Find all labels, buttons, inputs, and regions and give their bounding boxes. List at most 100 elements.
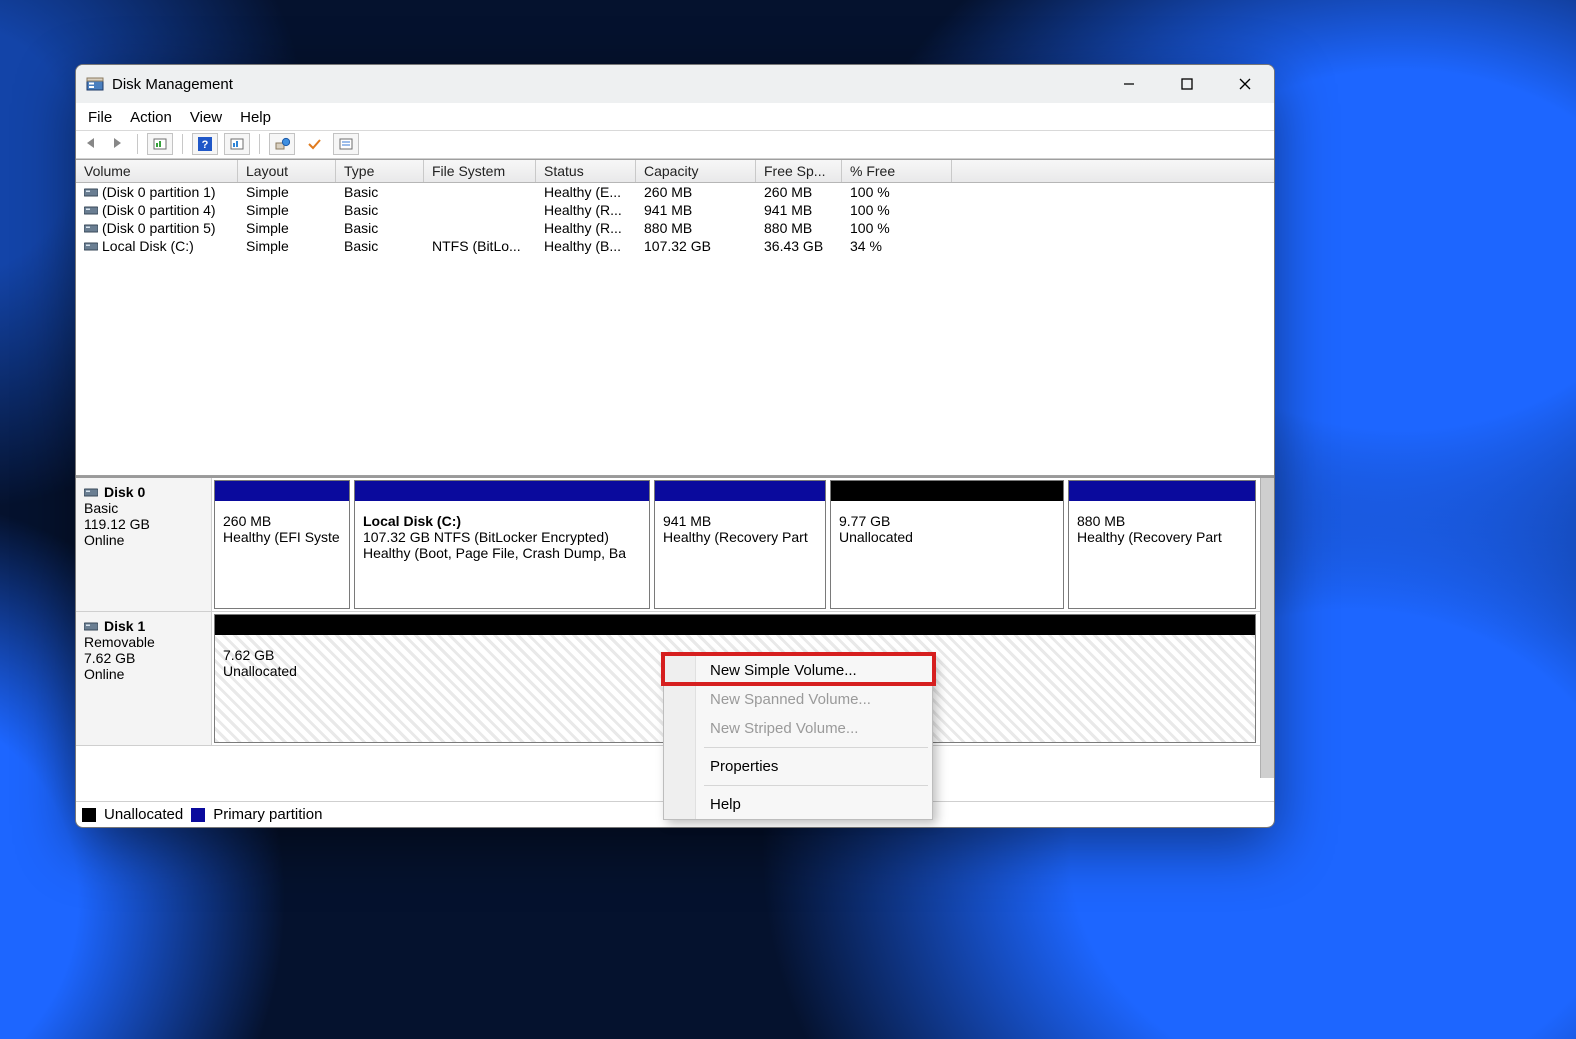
- disk-label[interactable]: Disk 1Removable7.62 GBOnline: [76, 612, 212, 745]
- partition[interactable]: 260 MBHealthy (EFI Syste: [214, 480, 350, 609]
- cell-type: Basic: [336, 201, 424, 219]
- cell-layout: Simple: [238, 219, 336, 237]
- partition-stripe: [215, 481, 349, 501]
- cell-volume: (Disk 0 partition 1): [102, 184, 216, 200]
- legend-primary-label: Primary partition: [213, 806, 322, 823]
- col-free[interactable]: Free Sp...: [756, 160, 842, 182]
- table-body: (Disk 0 partition 1)SimpleBasicHealthy (…: [76, 183, 1274, 475]
- tool-settings-icon[interactable]: [224, 133, 250, 155]
- partition-stripe: [355, 481, 649, 501]
- context-menu-separator: [704, 747, 928, 748]
- disk-label[interactable]: Disk 0Basic119.12 GBOnline: [76, 478, 212, 611]
- disk-kind: Basic: [84, 500, 203, 516]
- table-row[interactable]: (Disk 0 partition 4) SimpleBasic Healthy (…: [76, 201, 1274, 219]
- partition-status: Healthy (EFI Syste: [223, 529, 341, 545]
- col-filesystem[interactable]: File System: [424, 160, 536, 182]
- disk-icon: [84, 484, 98, 500]
- cell-pct: 100 %: [842, 201, 952, 219]
- cell-type: Basic: [336, 237, 424, 255]
- volume-icon: [84, 220, 98, 230]
- table-header-row: Volume Layout Type File System Status Ca…: [76, 160, 1274, 183]
- disk-partitions: 260 MBHealthy (EFI SysteLocal Disk (C:)1…: [212, 478, 1274, 611]
- tool-help-icon[interactable]: ?: [192, 133, 218, 155]
- partition-stripe: [831, 481, 1063, 501]
- toolbar-separator: [182, 134, 183, 154]
- cell-pct: 100 %: [842, 219, 952, 237]
- partition[interactable]: 941 MBHealthy (Recovery Part: [654, 480, 826, 609]
- cell-volume: (Disk 0 partition 4): [102, 202, 216, 218]
- partition-status: Healthy (Recovery Part: [1077, 529, 1247, 545]
- cell-fs: [424, 183, 536, 201]
- partition[interactable]: 880 MBHealthy (Recovery Part: [1068, 480, 1256, 609]
- partition-title: Local Disk (C:): [363, 513, 641, 529]
- legend-primary-swatch: [191, 808, 205, 822]
- menu-help[interactable]: Help: [240, 109, 271, 126]
- minimize-button[interactable]: [1100, 65, 1158, 103]
- disk-kind: Removable: [84, 634, 203, 650]
- tool-action-icon[interactable]: [269, 133, 295, 155]
- cell-free: 880 MB: [756, 219, 842, 237]
- partition[interactable]: 9.77 GBUnallocated: [830, 480, 1064, 609]
- partition-status: Healthy (Boot, Page File, Crash Dump, Ba: [363, 545, 641, 561]
- context-menu: New Simple Volume... New Spanned Volume.…: [663, 655, 933, 820]
- volume-icon: [84, 202, 98, 212]
- maximize-button[interactable]: [1158, 65, 1216, 103]
- nav-back-icon[interactable]: [82, 135, 102, 154]
- cell-type: Basic: [336, 183, 424, 201]
- col-type[interactable]: Type: [336, 160, 424, 182]
- col-capacity[interactable]: Capacity: [636, 160, 756, 182]
- nav-forward-icon[interactable]: [108, 135, 128, 154]
- toolbar-separator: [259, 134, 260, 154]
- menu-action[interactable]: Action: [130, 109, 172, 126]
- table-row[interactable]: (Disk 0 partition 5)SimpleBasicHealthy (…: [76, 219, 1274, 237]
- partition-size: 880 MB: [1077, 513, 1247, 529]
- cell-pct: 100 %: [842, 183, 952, 201]
- disk-name: Disk 0: [104, 484, 145, 500]
- context-new-simple-volume[interactable]: New Simple Volume...: [664, 656, 932, 685]
- cell-fs: [424, 201, 536, 219]
- disk-size: 119.12 GB: [84, 516, 203, 532]
- tool-check-icon[interactable]: [301, 133, 327, 155]
- context-help[interactable]: Help: [664, 790, 932, 819]
- partition-stripe: [1069, 481, 1255, 501]
- titlebar[interactable]: Disk Management: [76, 65, 1274, 103]
- menu-file[interactable]: File: [88, 109, 112, 126]
- col-status[interactable]: Status: [536, 160, 636, 182]
- toolbar-separator: [137, 134, 138, 154]
- context-properties[interactable]: Properties: [664, 752, 932, 781]
- cell-capacity: 880 MB: [636, 219, 756, 237]
- col-pct-free[interactable]: % Free: [842, 160, 952, 182]
- vertical-scrollbar[interactable]: [1260, 478, 1274, 778]
- col-volume[interactable]: Volume: [76, 160, 238, 182]
- cell-layout: Simple: [238, 237, 336, 255]
- cell-status: Healthy (B...: [536, 237, 636, 255]
- volume-icon: [84, 184, 98, 194]
- menu-view[interactable]: View: [190, 109, 222, 126]
- cell-free: 36.43 GB: [756, 237, 842, 255]
- volume-icon: [84, 238, 98, 248]
- tool-refresh-icon[interactable]: [147, 133, 173, 155]
- partition[interactable]: Local Disk (C:)107.32 GB NTFS (BitLocker…: [354, 480, 650, 609]
- col-layout[interactable]: Layout: [238, 160, 336, 182]
- cell-layout: Simple: [238, 201, 336, 219]
- context-menu-separator: [704, 785, 928, 786]
- partition-size: 9.77 GB: [839, 513, 1055, 529]
- cell-status: Healthy (E...: [536, 183, 636, 201]
- disk-size: 7.62 GB: [84, 650, 203, 666]
- close-button[interactable]: [1216, 65, 1274, 103]
- tool-list-icon[interactable]: [333, 133, 359, 155]
- cell-status: Healthy (R...: [536, 201, 636, 219]
- legend-unallocated-label: Unallocated: [104, 806, 183, 823]
- cell-volume: Local Disk (C:): [102, 238, 194, 254]
- table-row[interactable]: Local Disk (C:) SimpleBasicNTFS (BitLo...…: [76, 237, 1274, 255]
- volume-table: Volume Layout Type File System Status Ca…: [76, 159, 1274, 476]
- cell-fs: NTFS (BitLo...: [424, 237, 536, 255]
- app-icon: [86, 76, 104, 92]
- partition-status: Unallocated: [839, 529, 1055, 545]
- partition-stripe: [215, 615, 1255, 635]
- cell-free: 260 MB: [756, 183, 842, 201]
- table-row[interactable]: (Disk 0 partition 1)SimpleBasicHealthy (…: [76, 183, 1274, 201]
- context-new-spanned-volume: New Spanned Volume...: [664, 685, 932, 714]
- disk-state: Online: [84, 666, 203, 682]
- cell-fs: [424, 219, 536, 237]
